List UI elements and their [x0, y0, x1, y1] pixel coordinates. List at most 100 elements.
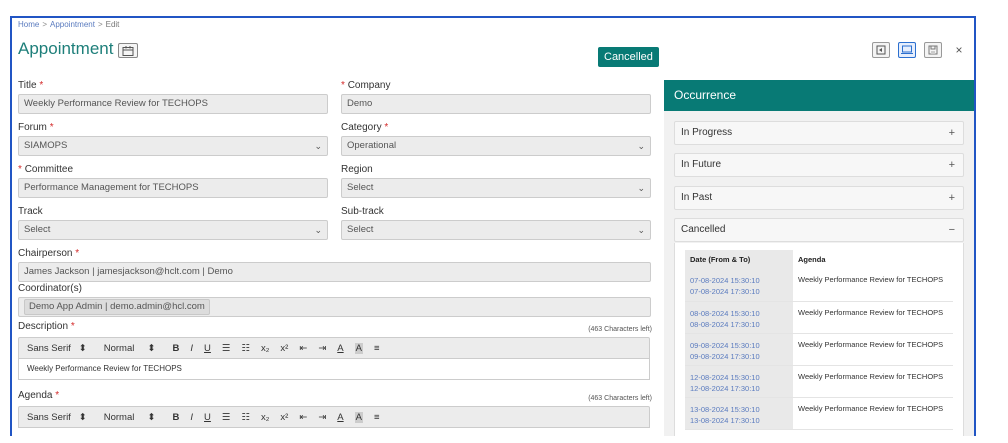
accordion-in-future[interactable]: In Future +: [674, 153, 964, 177]
agenda-cell: Weekly Performance Review for TECHOPS: [793, 365, 953, 398]
agenda-cell: Weekly Performance Review for TECHOPS: [793, 269, 953, 302]
ordered-list-icon[interactable]: ☰: [222, 343, 231, 354]
table-row[interactable]: 13-08-2024 15:30:10 13-08-2024 17:30:10 W…: [685, 397, 953, 430]
breadcrumb-appointment[interactable]: Appointment: [50, 20, 95, 29]
column-header-date: Date (From & To): [685, 250, 793, 269]
close-icon[interactable]: ×: [950, 42, 968, 58]
bold-icon[interactable]: B: [173, 412, 180, 423]
indent-icon[interactable]: ⇥: [318, 343, 326, 354]
minus-icon: −: [948, 224, 955, 236]
date-cell: 09-08-2024 15:30:10 09-08-2024 17:30:10: [685, 333, 793, 366]
underline-icon[interactable]: U: [204, 412, 211, 423]
align-icon[interactable]: ≡: [374, 412, 380, 423]
description-editor[interactable]: Weekly Performance Review for TECHOPS: [18, 359, 650, 380]
accordion-in-past[interactable]: In Past +: [674, 186, 964, 210]
underline-icon[interactable]: U: [204, 343, 211, 354]
occurrence-panel: Occurrence In Progress + In Future + In Pa…: [664, 80, 974, 436]
plus-icon: +: [948, 159, 955, 171]
chevron-down-icon: ⌄: [637, 183, 645, 193]
chevron-down-icon: ⌄: [314, 225, 322, 235]
agenda-chars-left: (463 Characters left): [588, 395, 652, 402]
forum-select[interactable]: SIAMOPS ⌄: [18, 136, 328, 156]
title-label: Title *: [18, 80, 44, 91]
region-select[interactable]: Select ⌄: [341, 178, 651, 198]
subtrack-select[interactable]: Select ⌄: [341, 220, 651, 240]
font-size-select[interactable]: Normal ⬍: [104, 343, 156, 354]
chairperson-label: Chairperson *: [18, 248, 80, 259]
bullet-list-icon[interactable]: ☷: [241, 343, 250, 354]
table-row[interactable]: 07-08-2024 15:30:10 07-08-2024 17:30:10 W…: [685, 269, 953, 302]
font-color-icon[interactable]: A: [337, 343, 343, 354]
date-cell: 08-08-2024 15:30:10 08-08-2024 17:30:10: [685, 301, 793, 334]
bullet-list-icon[interactable]: ☷: [241, 412, 250, 423]
subtrack-label: Sub-track: [341, 206, 384, 217]
bold-icon[interactable]: B: [173, 343, 180, 354]
agenda-cell: Weekly Performance Review for TECHOPS: [793, 301, 953, 334]
superscript-icon[interactable]: x²: [280, 412, 288, 423]
date-cell: 07-08-2024 15:30:10 07-08-2024 17:30:10: [685, 269, 793, 302]
restore-icon[interactable]: [872, 42, 890, 58]
region-label: Region: [341, 164, 373, 175]
column-header-agenda: Agenda: [798, 255, 826, 264]
coordinators-label: Coordinator(s): [18, 283, 82, 294]
table-row[interactable]: 12-08-2024 15:30:10 12-08-2024 17:30:10 W…: [685, 365, 953, 398]
agenda-cell: Weekly Performance Review for TECHOPS: [793, 397, 953, 430]
outdent-icon[interactable]: ⇤: [299, 343, 307, 354]
chevron-down-icon: ⌄: [637, 225, 645, 235]
track-select[interactable]: Select ⌄: [18, 220, 328, 240]
title-input[interactable]: Weekly Performance Review for TECHOPS: [18, 94, 328, 114]
window-actions: ×: [872, 42, 968, 58]
agenda-cell: Weekly Performance Review for TECHOPS: [793, 333, 953, 366]
coordinator-chip[interactable]: Demo App Admin | demo.admin@hcl.com: [24, 299, 210, 315]
chevron-down-icon: ⌄: [314, 141, 322, 151]
date-cell: 13-08-2024 15:30:10 13-08-2024 17:30:10: [685, 397, 793, 430]
date-cell: 12-08-2024 15:30:10 12-08-2024 17:30:10: [685, 365, 793, 398]
align-icon[interactable]: ≡: [374, 343, 380, 354]
category-select[interactable]: Operational ⌄: [341, 136, 651, 156]
background-color-icon[interactable]: A: [354, 342, 363, 354]
coordinators-input[interactable]: Demo App Admin | demo.admin@hcl.com: [18, 297, 651, 317]
accordion-in-progress[interactable]: In Progress +: [674, 121, 964, 145]
plus-icon: +: [948, 127, 955, 139]
chevron-down-icon: ⌄: [637, 141, 645, 151]
app-frame: Home > Appointment > Edit Appointment Cancel…: [10, 16, 976, 436]
description-toolbar: Sans Serif ⬍ Normal ⬍ B I U ☰ ☷ x₂ x² ⇤ …: [18, 337, 650, 359]
background-color-icon[interactable]: A: [354, 411, 363, 423]
ordered-list-icon[interactable]: ☰: [222, 412, 231, 423]
italic-icon[interactable]: I: [190, 343, 193, 354]
plus-icon: +: [948, 192, 955, 204]
font-family-select[interactable]: Sans Serif ⬍: [27, 343, 87, 354]
monitor-icon[interactable]: [898, 42, 916, 58]
font-size-select[interactable]: Normal ⬍: [104, 412, 156, 423]
superscript-icon[interactable]: x²: [280, 343, 288, 354]
company-input[interactable]: Demo: [341, 94, 651, 114]
subscript-icon[interactable]: x₂: [261, 412, 269, 423]
table-row[interactable]: 08-08-2024 15:30:10 08-08-2024 17:30:10 W…: [685, 301, 953, 334]
company-label: * Company: [341, 80, 391, 91]
outdent-icon[interactable]: ⇤: [299, 412, 307, 423]
font-color-icon[interactable]: A: [337, 412, 343, 423]
breadcrumb-home[interactable]: Home: [18, 20, 39, 29]
page-title: Appointment: [18, 39, 114, 58]
description-chars-left: (463 Characters left): [588, 326, 652, 333]
font-family-select[interactable]: Sans Serif ⬍: [27, 412, 87, 423]
italic-icon[interactable]: I: [190, 412, 193, 423]
committee-input[interactable]: Performance Management for TECHOPS: [18, 178, 328, 198]
breadcrumb-current: Edit: [105, 20, 120, 29]
occurrence-title: Occurrence: [664, 80, 974, 111]
agenda-label: Agenda *: [18, 390, 60, 401]
description-label: Description *: [18, 321, 75, 332]
subscript-icon[interactable]: x₂: [261, 343, 269, 354]
chairperson-input[interactable]: James Jackson | jamesjackson@hclt.com | …: [18, 262, 651, 282]
status-badge-cancelled[interactable]: Cancelled: [598, 47, 659, 67]
table-row[interactable]: 09-08-2024 15:30:10 09-08-2024 17:30:10 W…: [685, 333, 953, 366]
indent-icon[interactable]: ⇥: [318, 412, 326, 423]
agenda-toolbar: Sans Serif ⬍ Normal ⬍ B I U ☰ ☷ x₂ x² ⇤ …: [18, 406, 650, 428]
category-label: Category *: [341, 122, 389, 133]
occurrence-table: Date (From & To) Agenda 07-08-2024 15:30…: [685, 250, 953, 430]
accordion-cancelled[interactable]: Cancelled −: [674, 218, 964, 242]
calendar-icon[interactable]: [118, 43, 138, 58]
track-label: Track: [18, 206, 43, 217]
save-icon[interactable]: [924, 42, 942, 58]
forum-label: Forum *: [18, 122, 54, 133]
